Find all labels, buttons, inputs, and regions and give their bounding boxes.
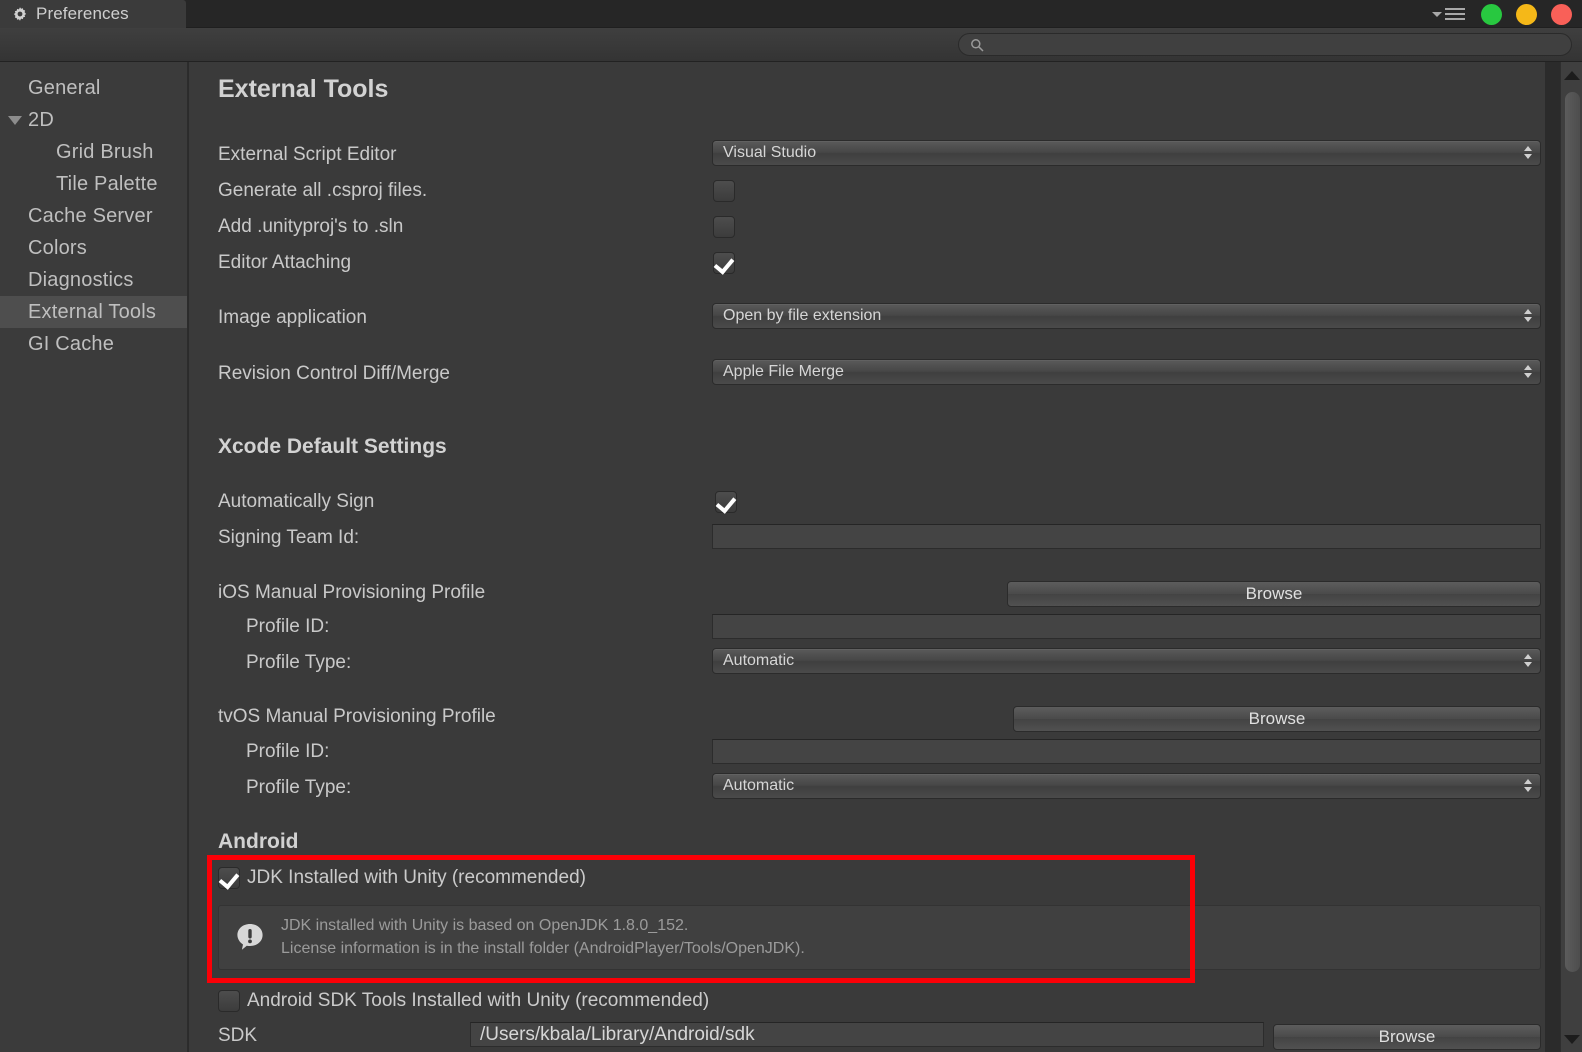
menu-filter-icon[interactable] [1432,8,1465,20]
automatically-sign-checkbox[interactable] [715,491,737,513]
jdk-help-box: JDK installed with Unity is based on Ope… [218,905,1541,971]
editor-attaching-label: Editor Attaching [218,252,352,273]
tab-label: Preferences [36,4,129,23]
sidebar-item-label: External Tools [28,300,157,323]
ios-profile-type-value: Automatic [723,652,795,669]
tvos-profile-type-dropdown[interactable]: Automatic [712,773,1541,799]
tvos-profile-id-label: Profile ID: [246,741,330,762]
page-title: External Tools [218,75,389,103]
chevron-updown-icon [1524,779,1532,792]
sdk-browse-button[interactable]: Browse [1273,1024,1541,1050]
tvos-browse-button[interactable]: Browse [1013,706,1541,732]
image-application-label: Image application [218,307,367,328]
window-close-button[interactable] [1551,3,1572,25]
ios-browse-label: Browse [1245,584,1303,603]
window-controls [1432,0,1572,28]
sidebar-item-gi-cache[interactable]: GI Cache [0,328,187,360]
ios-provisioning-title: iOS Manual Provisioning Profile [218,582,486,603]
tvos-profile-type-label: Profile Type: [246,777,352,798]
search-icon [970,38,984,52]
scroll-down-arrow-icon[interactable] [1561,1028,1582,1050]
image-application-value: Open by file extension [723,307,882,324]
scroll-up-arrow-icon[interactable] [1561,64,1582,86]
image-application-dropdown[interactable]: Open by file extension [712,303,1541,329]
jdk-installed-checkbox[interactable] [218,867,240,889]
sidebar-item-general[interactable]: General [0,72,187,104]
scroll-thumb[interactable] [1565,92,1580,972]
editor-attaching-checkbox[interactable] [713,252,735,274]
signing-team-id-input[interactable] [712,524,1541,549]
tvos-profile-id-input[interactable] [712,739,1541,764]
revision-control-value: Apple File Merge [723,363,844,380]
preferences-content: External Tools External Script Editor Vi… [189,62,1545,1052]
chevron-down-icon[interactable] [8,116,22,125]
sdk-path-input[interactable]: /Users/kbala/Library/Android/sdk [470,1022,1264,1047]
sidebar-item-colors[interactable]: Colors [0,232,187,264]
sidebar-item-label: Grid Brush [56,140,154,163]
revision-control-dropdown[interactable]: Apple File Merge [712,359,1541,385]
window-minimize-button[interactable] [1516,3,1537,25]
sidebar-item-diagnostics[interactable]: Diagnostics [0,264,187,296]
search-box[interactable] [958,33,1572,56]
sdk-label: SDK [218,1025,258,1046]
sidebar-item-tile-palette[interactable]: Tile Palette [0,168,187,200]
sidebar-item-cache-server[interactable]: Cache Server [0,200,187,232]
jdk-installed-label: JDK Installed with Unity (recommended) [247,867,586,888]
add-unityproj-label: Add .unityproj's to .sln [218,216,404,237]
chevron-updown-icon [1524,365,1532,378]
ios-browse-button[interactable]: Browse [1007,581,1541,607]
sidebar-item-label: Diagnostics [28,268,134,291]
search-input[interactable] [991,37,1531,52]
vertical-scrollbar[interactable] [1560,62,1582,1052]
chevron-updown-icon [1524,654,1532,667]
signing-team-id-label: Signing Team Id: [218,527,360,548]
external-script-editor-label: External Script Editor [218,144,397,165]
jdk-installed-row[interactable]: JDK Installed with Unity (recommended) [218,867,586,889]
tab-preferences[interactable]: Preferences [0,0,186,28]
chevron-updown-icon [1524,309,1532,322]
jdk-help-line2: License information is in the install fo… [281,939,805,957]
external-script-editor-value: Visual Studio [723,144,817,161]
generate-csproj-checkbox[interactable] [713,180,735,202]
ios-profile-id-input[interactable] [712,614,1541,639]
chevron-updown-icon [1524,146,1532,159]
jdk-help-text: JDK installed with Unity is based on Ope… [281,915,805,960]
add-unityproj-checkbox[interactable] [713,216,735,238]
sdk-browse-label: Browse [1378,1027,1436,1046]
sidebar-item-2d[interactable]: 2D [0,104,187,136]
external-script-editor-dropdown[interactable]: Visual Studio [712,140,1541,166]
ios-profile-type-dropdown[interactable]: Automatic [712,648,1541,674]
android-section-title: Android [218,830,299,853]
automatically-sign-label: Automatically Sign [218,491,375,512]
android-sdk-tools-label: Android SDK Tools Installed with Unity (… [247,990,710,1011]
jdk-help-line1: JDK installed with Unity is based on Ope… [281,917,689,934]
sidebar-item-grid-brush[interactable]: Grid Brush [0,136,187,168]
ios-profile-id-label: Profile ID: [246,616,330,637]
ios-profile-type-label: Profile Type: [246,652,352,673]
info-exclamation-icon [233,921,267,955]
android-sdk-tools-checkbox[interactable] [218,990,240,1012]
window-maximize-button[interactable] [1481,3,1502,25]
sidebar-item-label: General [28,76,101,99]
window-titlebar: Preferences [0,0,1582,28]
sidebar-item-label: Tile Palette [56,172,158,195]
sidebar: General 2D Grid Brush Tile Palette Cache… [0,62,188,1052]
android-sdk-tools-row[interactable]: Android SDK Tools Installed with Unity (… [218,990,709,1012]
sidebar-item-label: 2D [28,108,54,131]
sidebar-item-label: GI Cache [28,332,115,355]
sidebar-item-label: Cache Server [28,204,153,227]
revision-control-label: Revision Control Diff/Merge [218,363,450,384]
gear-icon [12,6,28,22]
tvos-browse-label: Browse [1248,709,1306,728]
sidebar-item-label: Colors [28,236,87,259]
sidebar-item-external-tools[interactable]: External Tools [0,296,187,328]
tvos-provisioning-title: tvOS Manual Provisioning Profile [218,706,496,727]
toolbar [0,28,1582,62]
sdk-path-value: /Users/kbala/Library/Android/sdk [480,1023,755,1045]
generate-csproj-label: Generate all .csproj files. [218,180,428,201]
tvos-profile-type-value: Automatic [723,777,795,794]
xcode-section-title: Xcode Default Settings [218,435,447,458]
